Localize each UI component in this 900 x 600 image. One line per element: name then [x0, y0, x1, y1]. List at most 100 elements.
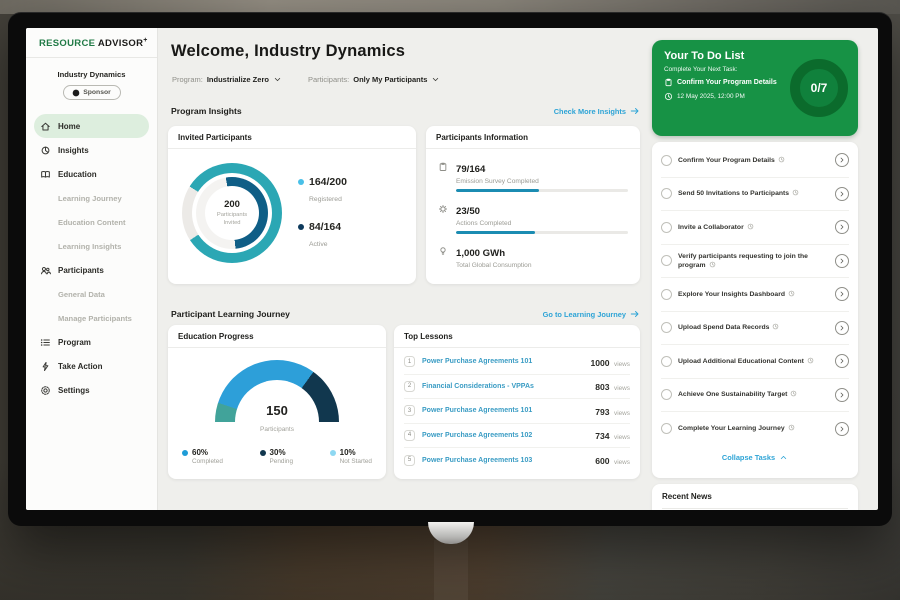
chevron-right-icon	[838, 156, 846, 164]
info-label: Total Global Consumption	[456, 262, 628, 269]
task-row[interactable]: Upload Spend Data Records	[661, 312, 849, 346]
info-icon	[438, 162, 448, 172]
chevron-right-icon	[838, 223, 846, 231]
program-filter[interactable]: Program: Industrialize Zero	[172, 75, 282, 84]
invited-card-title: Invited Participants	[168, 126, 416, 149]
sidebar-item[interactable]: Manage Participants	[34, 306, 149, 330]
sidebar-item[interactable]: General Data	[34, 282, 149, 306]
task-checkbox[interactable]	[661, 188, 672, 199]
chevron-up-icon	[779, 453, 788, 462]
lesson-views: 803 views	[595, 377, 630, 395]
participants-filter-value: Only My Participants	[353, 75, 427, 84]
task-checkbox[interactable]	[661, 255, 672, 266]
task-checkbox[interactable]	[661, 389, 672, 400]
info-row: 79/164 Emission Survey Completed	[438, 159, 628, 192]
sidebar-item[interactable]: Education	[34, 162, 149, 186]
task-checkbox[interactable]	[661, 322, 672, 333]
task-row[interactable]: Complete Your Learning Journey	[661, 412, 849, 446]
sidebar-item-label: Learning Journey	[58, 194, 122, 203]
task-checkbox[interactable]	[661, 222, 672, 233]
invited-donut-chart: 200Participants Invited	[182, 163, 282, 263]
task-row[interactable]: Verify participants requesting to join t…	[661, 245, 849, 279]
task-row[interactable]: Upload Additional Educational Content	[661, 345, 849, 379]
clipboard-icon	[664, 78, 673, 87]
task-label: Upload Additional Educational Content	[678, 357, 829, 366]
task-chevron-button[interactable]	[835, 321, 849, 335]
task-checkbox[interactable]	[661, 289, 672, 300]
sidebar-item-icon	[40, 361, 51, 372]
chevron-right-icon	[838, 357, 846, 365]
lesson-link[interactable]: Power Purchase Agreements 102	[422, 432, 595, 439]
task-checkbox[interactable]	[661, 155, 672, 166]
brand-secondary: ADVISOR	[98, 38, 143, 49]
participants-filter[interactable]: Participants: Only My Participants	[308, 75, 440, 84]
info-value: 79/164	[456, 164, 485, 175]
task-row[interactable]: Invite a Collaborator	[661, 211, 849, 245]
task-chevron-button[interactable]	[835, 388, 849, 402]
filters-row: Program: Industrialize Zero Participants…	[172, 75, 440, 84]
sidebar-item[interactable]: Participants	[34, 258, 149, 282]
app-logo: RESOURCE ADVISOR+	[26, 28, 157, 49]
task-row[interactable]: Achieve One Sustainability Target	[661, 379, 849, 413]
gauge-legend-item: 60% Completed	[182, 448, 223, 465]
go-to-learning-journey-link[interactable]: Go to Learning Journey	[543, 309, 640, 319]
task-label: Upload Spend Data Records	[678, 323, 829, 332]
task-row[interactable]: Send 50 Invitations to Participants	[661, 178, 849, 212]
lesson-link[interactable]: Power Purchase Agreements 101	[422, 358, 590, 365]
gauge-legend-item: 30% Pending	[260, 448, 293, 465]
sidebar-item-label: Program	[58, 338, 91, 347]
monitor-stand-neck	[434, 540, 468, 600]
task-checkbox[interactable]	[661, 356, 672, 367]
task-chevron-button[interactable]	[835, 187, 849, 201]
task-checkbox[interactable]	[661, 423, 672, 434]
lesson-link[interactable]: Power Purchase Agreements 103	[422, 457, 595, 464]
sidebar-item-icon	[40, 337, 51, 348]
sidebar-item[interactable]: Learning Insights	[34, 234, 149, 258]
legend-value: 164/200	[309, 176, 347, 188]
legend-pct: 60%	[192, 448, 208, 457]
task-chevron-button[interactable]	[835, 153, 849, 167]
legend-dot	[330, 450, 336, 456]
legend-label: Completed	[192, 458, 223, 465]
task-row[interactable]: Confirm Your Program Details	[661, 144, 849, 178]
task-chevron-button[interactable]	[835, 422, 849, 436]
task-chevron-button[interactable]	[835, 287, 849, 301]
info-progress-fill	[456, 231, 535, 234]
sidebar-item[interactable]: Insights	[34, 138, 149, 162]
task-clock-icon	[747, 223, 754, 230]
legend-dot	[298, 179, 304, 185]
sidebar-item[interactable]: Take Action	[34, 354, 149, 378]
todo-next-task: Confirm Your Program Details	[664, 78, 782, 87]
task-chevron-button[interactable]	[835, 254, 849, 268]
sidebar-item[interactable]: Education Content	[34, 210, 149, 234]
lesson-row: 1 Power Purchase Agreements 101 1000 vie…	[404, 350, 630, 375]
chevron-right-icon	[838, 425, 846, 433]
sidebar-item[interactable]: Learning Journey	[34, 186, 149, 210]
top-lessons-title: Top Lessons	[394, 325, 640, 348]
sidebar-item-label: Participants	[58, 266, 104, 275]
sidebar-item-icon	[40, 145, 51, 156]
task-row[interactable]: Explore Your Insights Dashboard	[661, 278, 849, 312]
collapse-tasks-link[interactable]: Collapse Tasks	[661, 446, 849, 469]
task-clock-icon	[772, 323, 779, 330]
lesson-row: 3 Power Purchase Agreements 101 793 view…	[404, 399, 630, 424]
info-progress-fill	[456, 189, 539, 192]
chevron-right-icon	[838, 190, 846, 198]
sidebar-item[interactable]: Settings	[34, 378, 149, 402]
sidebar-divider	[26, 57, 157, 58]
task-chevron-button[interactable]	[835, 220, 849, 234]
lesson-views: 734 views	[595, 426, 630, 444]
task-label: Complete Your Learning Journey	[678, 424, 829, 433]
lesson-link[interactable]: Power Purchase Agreements 101	[422, 407, 595, 414]
todo-task-list: Confirm Your Program Details Send 50 Inv…	[652, 142, 858, 478]
task-chevron-button[interactable]	[835, 354, 849, 368]
sidebar-item[interactable]: Program	[34, 330, 149, 354]
participants-filter-label: Participants:	[308, 75, 349, 84]
brand-plus: +	[143, 37, 147, 44]
check-more-insights-link[interactable]: Check More Insights	[554, 106, 640, 116]
lesson-link[interactable]: Financial Considerations - VPPAs	[422, 383, 595, 390]
legend-pct: 10%	[340, 448, 356, 457]
chevron-right-icon	[838, 391, 846, 399]
lesson-row: 5 Power Purchase Agreements 103 600 view…	[404, 448, 630, 473]
sidebar-item[interactable]: Home	[34, 114, 149, 138]
